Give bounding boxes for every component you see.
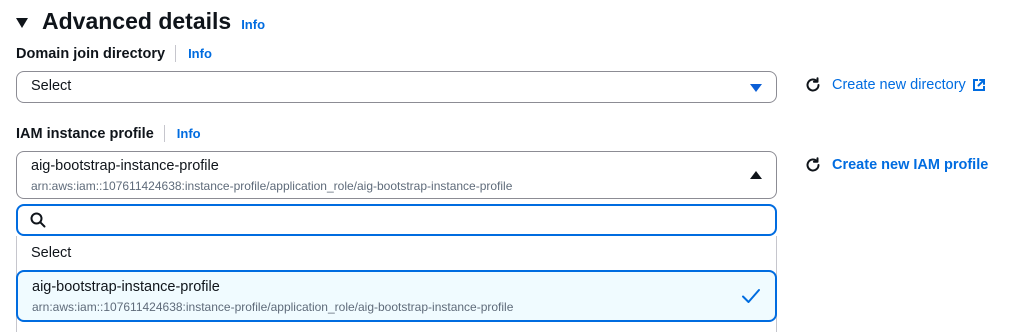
- advanced-details-panel: Advanced details Info Domain join direct…: [0, 0, 1024, 332]
- advanced-details-header[interactable]: Advanced details Info: [16, 8, 265, 35]
- search-icon: [30, 212, 46, 228]
- caret-down-icon[interactable]: [16, 17, 28, 28]
- dropdown-arrow-up-icon: [750, 171, 762, 179]
- iam-profile-selected-arn: arn:aws:iam::107611424638:instance-profi…: [31, 179, 513, 193]
- option-select[interactable]: Select: [31, 245, 71, 261]
- option-arn: arn:aws:iam::107611424638:instance-profi…: [32, 300, 514, 314]
- dropdown-arrow-icon: [750, 84, 762, 92]
- option-aig-bootstrap-instance-profile[interactable]: aig-bootstrap-instance-profile arn:aws:i…: [16, 270, 777, 322]
- create-directory-link[interactable]: Create new directory: [804, 76, 986, 94]
- iam-profile-label: IAM instance profile: [16, 125, 154, 142]
- create-iam-profile-label[interactable]: Create new IAM profile: [832, 157, 988, 173]
- external-link-icon: [972, 79, 985, 91]
- create-iam-profile-link[interactable]: Create new IAM profile: [804, 156, 988, 174]
- label-divider: [175, 45, 177, 62]
- check-icon: [742, 289, 760, 303]
- iam-profile-search-input[interactable]: [16, 204, 777, 236]
- iam-profile-select[interactable]: aig-bootstrap-instance-profile arn:aws:i…: [16, 151, 777, 199]
- section-info-link[interactable]: Info: [241, 17, 265, 32]
- iam-profile-selected-name: aig-bootstrap-instance-profile: [31, 158, 219, 174]
- domain-join-label: Domain join directory: [16, 45, 166, 62]
- domain-join-select-value: Select: [31, 78, 72, 94]
- domain-join-label-row: Domain join directory Info: [16, 45, 212, 62]
- refresh-icon[interactable]: [804, 156, 822, 174]
- iam-profile-label-row: IAM instance profile Info: [16, 125, 201, 142]
- domain-join-select[interactable]: Select: [16, 71, 777, 103]
- label-divider: [163, 125, 165, 142]
- option-name: aig-bootstrap-instance-profile: [32, 279, 220, 295]
- section-title: Advanced details: [42, 8, 232, 34]
- create-directory-label[interactable]: Create new directory: [832, 77, 966, 93]
- refresh-icon[interactable]: [804, 76, 822, 94]
- iam-profile-info-link[interactable]: Info: [177, 126, 201, 141]
- domain-join-info-link[interactable]: Info: [188, 46, 212, 61]
